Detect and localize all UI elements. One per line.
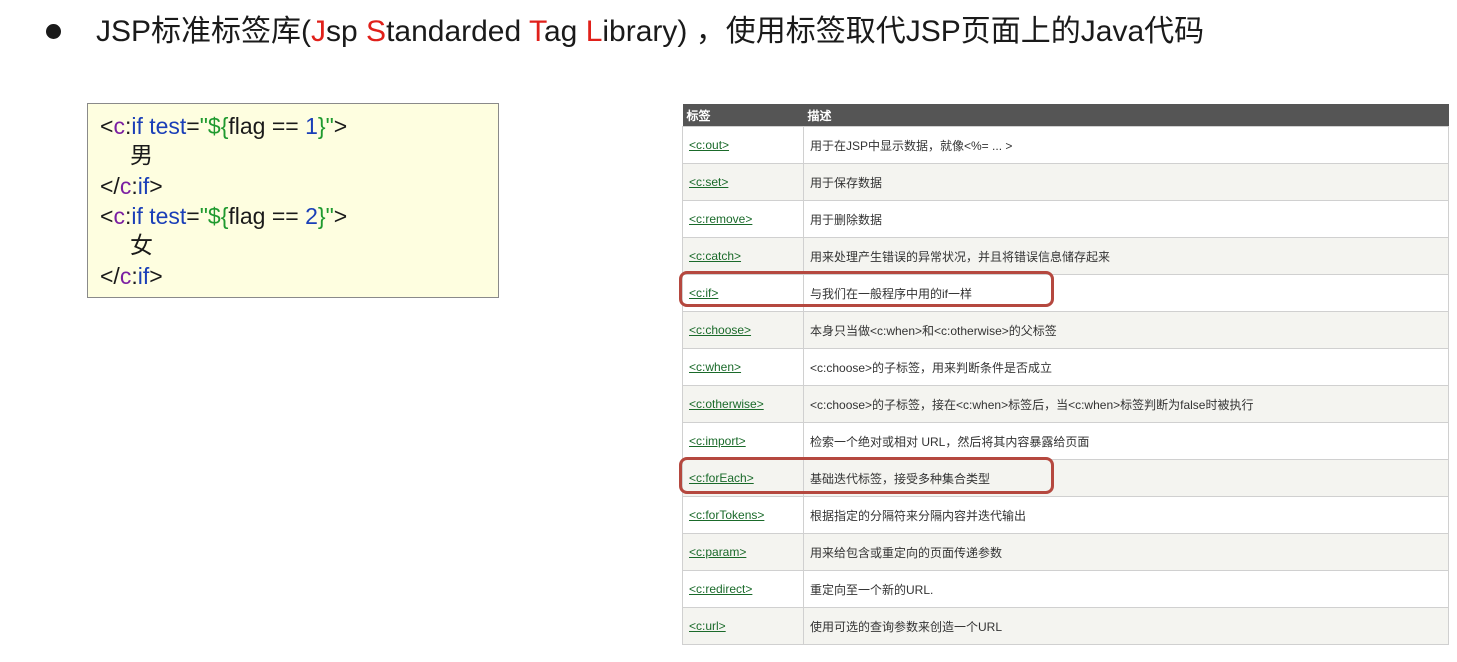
tag-cell: <c:choose> [682,311,804,349]
description-cell: 重定向至一个新的URL. [803,570,1449,608]
code-line-if-close-1: </c:if> [100,173,163,199]
table-header-row: 标签 描述 [682,104,1449,127]
table-row: <c:forTokens> 根据指定的分隔符来分隔内容并迭代输出 [682,496,1449,534]
tag-link-param[interactable]: <c:param> [689,545,746,559]
description-cell: <c:choose>的子标签，用来判断条件是否成立 [803,348,1449,386]
table-row: <c:out> 用于在JSP中显示数据，就像<%= ... > [682,126,1449,164]
table-row: <c:remove> 用于删除数据 [682,200,1449,238]
description-cell: <c:choose>的子标签，接在<c:when>标签后，当<c:when>标签… [803,385,1449,423]
heading-word-ag: ag [543,15,586,48]
column-header-tag: 标签 [682,104,804,127]
tag-link-out[interactable]: <c:out> [689,138,729,152]
tag-cell: <c:catch> [682,237,804,275]
highlight-box-foreach [679,457,1054,494]
tag-link-choose[interactable]: <c:choose> [689,323,751,337]
heading-word-tandarded: tandarded [386,15,529,48]
tag-cell: <c:remove> [682,200,804,238]
heading-prefix: JSP标准标签库( [96,15,312,48]
tag-link-fortokens[interactable]: <c:forTokens> [689,508,764,522]
column-header-description: 描述 [803,104,1449,127]
description-cell: 用来处理产生错误的异常状况，并且将错误信息储存起来 [803,237,1449,275]
code-line-female: 女 [130,233,153,259]
tag-cell: <c:forTokens> [682,496,804,534]
code-line-if-open-2: <c:if test="${flag == 2}"> [100,203,348,229]
heading-initial-j: J [311,15,327,48]
description-cell: 根据指定的分隔符来分隔内容并迭代输出 [803,496,1449,534]
description-cell: 检索一个绝对或相对 URL，然后将其内容暴露给页面 [803,422,1449,460]
table-row: <c:import> 检索一个绝对或相对 URL，然后将其内容暴露给页面 [682,422,1449,460]
tag-link-remove[interactable]: <c:remove> [689,212,752,226]
tag-link-set[interactable]: <c:set> [689,175,728,189]
tag-link-otherwise[interactable]: <c:otherwise> [689,397,764,411]
table-row: <c:when> <c:choose>的子标签，用来判断条件是否成立 [682,348,1449,386]
tag-link-catch[interactable]: <c:catch> [689,249,741,263]
tag-link-import[interactable]: <c:import> [689,434,746,448]
description-cell: 用于保存数据 [803,163,1449,201]
tag-cell: <c:param> [682,533,804,571]
description-cell: 用于在JSP中显示数据，就像<%= ... > [803,126,1449,164]
table-row: <c:otherwise> <c:choose>的子标签，接在<c:when>标… [682,385,1449,423]
tag-link-url[interactable]: <c:url> [689,619,726,633]
table-row: <c:set> 用于保存数据 [682,163,1449,201]
heading-initial-s: S [366,15,387,48]
heading-word-ibrary: ibrary) [602,15,696,48]
tag-link-redirect[interactable]: <c:redirect> [689,582,752,596]
highlight-box-if [679,271,1054,307]
code-line-if-close-2: </c:if> [100,263,163,289]
tag-cell: <c:import> [682,422,804,460]
description-cell: 用于删除数据 [803,200,1449,238]
description-cell: 使用可选的查询参数来创造一个URL [803,607,1449,645]
tag-cell: <c:otherwise> [682,385,804,423]
heading-word-sp: sp [326,15,367,48]
table-row: <c:redirect> 重定向至一个新的URL. [682,570,1449,608]
heading-suffix: ，使用标签取代JSP页面上的Java代码 [695,15,1205,48]
tag-cell: <c:out> [682,126,804,164]
tag-cell: <c:redirect> [682,570,804,608]
jstl-tag-table: 标签 描述 <c:out> 用于在JSP中显示数据，就像<%= ... > <c… [682,104,1449,645]
tag-cell: <c:url> [682,607,804,645]
table-row: <c:catch> 用来处理产生错误的异常状况，并且将错误信息储存起来 [682,237,1449,275]
page-heading: JSP标准标签库(Jsp Standarded Tag Library) ，使用… [96,10,1204,54]
code-example: <c:if test="${flag == 1}"> 男 </c:if> <c:… [87,103,499,298]
code-line-if-open-1: <c:if test="${flag == 1}"> [100,113,348,139]
tag-link-when[interactable]: <c:when> [689,360,741,374]
tag-cell: <c:when> [682,348,804,386]
description-cell: 用来给包含或重定向的页面传递参数 [803,533,1449,571]
heading-initial-l: L [585,15,603,48]
table-row: <c:choose> 本身只当做<c:when>和<c:otherwise>的父… [682,311,1449,349]
description-cell: 本身只当做<c:when>和<c:otherwise>的父标签 [803,311,1449,349]
table-row: <c:param> 用来给包含或重定向的页面传递参数 [682,533,1449,571]
table-row: <c:url> 使用可选的查询参数来创造一个URL [682,607,1449,645]
code-line-male: 男 [130,143,153,169]
bullet-dot [46,24,61,39]
heading-initial-t: T [528,15,544,48]
tag-cell: <c:set> [682,163,804,201]
